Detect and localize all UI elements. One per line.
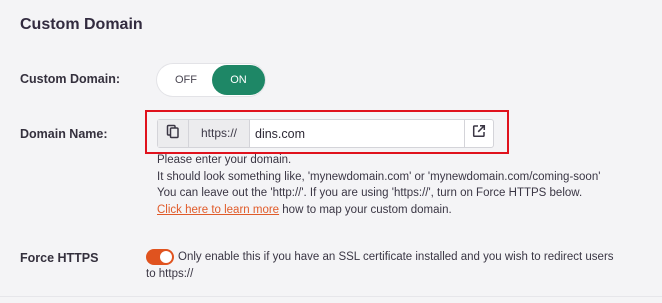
- copy-icon: [166, 124, 180, 144]
- domain-help-text: Please enter your domain. It should look…: [157, 152, 600, 218]
- external-link-icon: [472, 124, 486, 143]
- help-line-1: Please enter your domain.: [157, 154, 292, 166]
- help-line-4: Click here to learn more how to map your…: [157, 202, 600, 219]
- copy-button[interactable]: [158, 120, 189, 147]
- switch-knob: [160, 251, 172, 263]
- domain-name-input[interactable]: [250, 120, 470, 147]
- force-https-switch[interactable]: [146, 249, 174, 265]
- domain-name-field: https://: [157, 119, 494, 148]
- toggle-on-option[interactable]: ON: [212, 65, 265, 95]
- toggle-off-option[interactable]: OFF: [157, 64, 215, 96]
- force-https-description: Only enable this if you have an SSL cert…: [146, 249, 648, 283]
- custom-domain-toggle[interactable]: OFF ON: [157, 64, 265, 96]
- https-prefix: https://: [189, 120, 250, 147]
- force-https-label: Force HTTPS: [20, 251, 99, 265]
- learn-more-suffix: how to map your custom domain.: [279, 203, 452, 216]
- force-https-desc-line-2: to https://: [146, 268, 194, 280]
- help-line-2: It should look something like, 'mynewdom…: [157, 170, 601, 183]
- help-line-3: You can leave out the 'http://'. If you …: [157, 187, 583, 199]
- section-title: Custom Domain: [20, 16, 143, 33]
- domain-name-label: Domain Name:: [20, 127, 108, 141]
- bottom-divider: [0, 296, 662, 297]
- custom-domain-label: Custom Domain:: [20, 72, 120, 86]
- open-domain-button[interactable]: [464, 120, 493, 147]
- custom-domain-panel: Custom Domain Custom Domain: OFF ON Doma…: [0, 0, 662, 303]
- force-https-desc-line-1: Only enable this if you have an SSL cert…: [178, 251, 614, 263]
- learn-more-link[interactable]: Click here to learn more: [157, 204, 279, 216]
